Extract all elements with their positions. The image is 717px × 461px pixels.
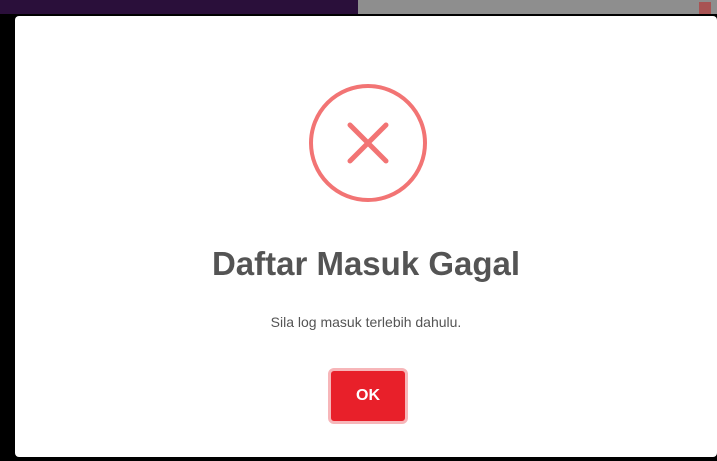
backdrop-corner: [699, 2, 711, 14]
error-dialog: Daftar Masuk Gagal Sila log masuk terleb…: [15, 16, 717, 457]
backdrop-left: [0, 0, 358, 14]
ok-button[interactable]: OK: [328, 368, 408, 424]
backdrop-right: [358, 0, 717, 14]
error-x-icon: [309, 84, 427, 202]
dialog-title: Daftar Masuk Gagal: [211, 245, 521, 282]
dialog-message: Sila log masuk terlebih dahulu.: [270, 314, 462, 330]
